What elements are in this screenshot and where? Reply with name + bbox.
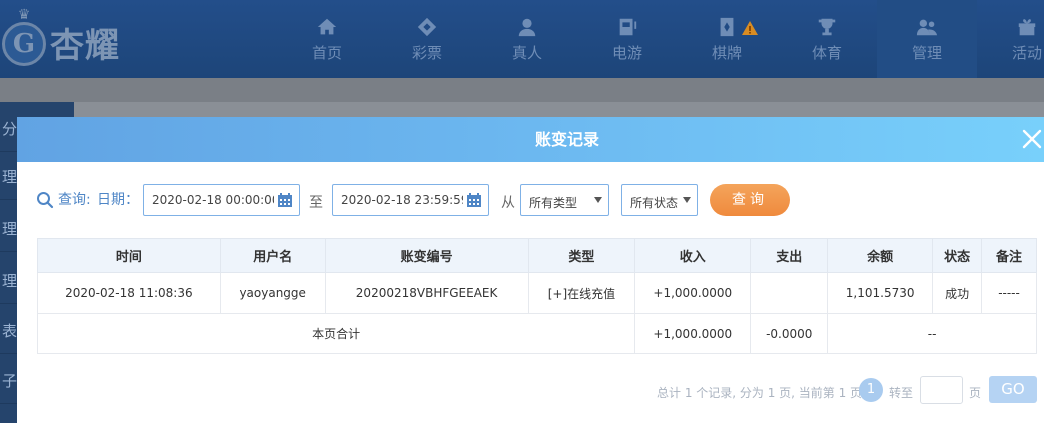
trophy-icon bbox=[816, 16, 838, 38]
nav-label: 彩票 bbox=[411, 44, 442, 62]
nav-label: 真人 bbox=[511, 44, 542, 62]
page-total-label: 本页合计 bbox=[36, 313, 636, 354]
page-number-current[interactable]: 1 bbox=[859, 378, 883, 402]
nav-item-cards[interactable]: 棋牌 bbox=[677, 0, 777, 78]
sidebar-item[interactable]: 表 bbox=[0, 308, 18, 354]
nav-item-slots[interactable]: 电游 bbox=[577, 0, 677, 78]
nav-label: 首页 bbox=[311, 44, 342, 62]
cell-income: +1,000.0000 bbox=[634, 272, 752, 314]
close-icon bbox=[1022, 129, 1042, 149]
crown-icon: ♛ bbox=[17, 7, 31, 23]
pagination: 总计 1 个记录, 分为 1 页, 当前第 1 页 1 转至 页 GO bbox=[17, 376, 1044, 404]
end-date-field[interactable] bbox=[332, 184, 489, 216]
home-icon bbox=[316, 16, 338, 38]
logo-crest: G bbox=[2, 22, 46, 66]
page-overlay-strip bbox=[0, 78, 1044, 102]
type-select-value: 所有类型 bbox=[529, 196, 578, 210]
jump-label: 转至 bbox=[889, 386, 914, 400]
page-overlay-main bbox=[74, 102, 1044, 118]
to-label: 至 bbox=[309, 195, 323, 211]
nav-item-lottery[interactable]: 彩票 bbox=[377, 0, 477, 78]
cell-txn-id: 20200218VBHFGEEAEK bbox=[324, 272, 529, 314]
sidebar-item[interactable]: 理 bbox=[0, 258, 18, 304]
start-date-input[interactable] bbox=[144, 185, 274, 215]
column-header-balance: 余额 bbox=[827, 238, 934, 273]
table-header-row: 时间 用户名 账变编号 类型 收入 支出 余额 状态 备注 bbox=[37, 238, 1037, 273]
nav-item-home[interactable]: 首页 bbox=[277, 0, 377, 78]
calendar-icon[interactable] bbox=[466, 192, 482, 208]
dealer-icon bbox=[516, 16, 538, 38]
type-select[interactable]: 所有类型 bbox=[520, 184, 609, 216]
query-label: 查询: bbox=[58, 192, 91, 208]
query-button[interactable]: 查询 bbox=[710, 184, 790, 216]
cell-note: ----- bbox=[981, 272, 1037, 314]
column-header-status: 状态 bbox=[932, 238, 983, 273]
top-navigation-bar: ♛ G 杏耀 首页 彩票 真人 电游 棋牌 体育 管理 活动 bbox=[0, 0, 1044, 78]
transaction-records-modal: 账变记录 查询: 日期： 至 从 所有类型 所 bbox=[17, 117, 1044, 423]
column-header-income: 收入 bbox=[634, 238, 752, 273]
nav-item-manage[interactable]: 管理 bbox=[877, 0, 977, 78]
filter-bar: 查询: 日期： 至 从 所有类型 所有状态 查询 bbox=[17, 184, 1044, 217]
sidebar-item[interactable]: 理 bbox=[0, 154, 18, 200]
sidebar-item[interactable]: 理 bbox=[0, 206, 18, 252]
cell-type: [+]在线充值 bbox=[527, 272, 636, 314]
nav-label: 活动 bbox=[1011, 44, 1042, 62]
start-date-field[interactable] bbox=[143, 184, 300, 216]
slot-machine-icon bbox=[616, 16, 638, 38]
nav-label: 管理 bbox=[911, 44, 942, 62]
column-header-expense: 支出 bbox=[750, 238, 829, 273]
logo-text: 杏耀 bbox=[50, 26, 120, 66]
modal-header: 账变记录 bbox=[17, 117, 1044, 162]
table-row: 2020-02-18 11:08:36 yaoyangge 20200218VB… bbox=[37, 272, 1037, 314]
date-label: 日期： bbox=[97, 192, 139, 208]
main-nav: 首页 彩票 真人 电游 棋牌 体育 管理 活动 bbox=[277, 0, 1044, 78]
cell-username: yaoyangge bbox=[219, 272, 326, 314]
column-header-username: 用户名 bbox=[219, 238, 326, 273]
go-button[interactable]: GO bbox=[989, 376, 1037, 403]
column-header-note: 备注 bbox=[981, 238, 1037, 273]
close-button[interactable] bbox=[1020, 127, 1044, 151]
page-unit-label: 页 bbox=[969, 386, 982, 400]
sidebar-item[interactable]: 分 bbox=[0, 106, 18, 152]
playing-card-icon bbox=[716, 16, 738, 38]
from-label: 从 bbox=[501, 195, 515, 211]
status-select-value: 所有状态 bbox=[630, 196, 679, 210]
nav-item-live-dealer[interactable]: 真人 bbox=[477, 0, 577, 78]
page-total-income: +1,000.0000 bbox=[634, 313, 752, 354]
warning-icon bbox=[741, 20, 759, 36]
nav-label: 电游 bbox=[611, 44, 642, 62]
transactions-table: 时间 用户名 账变编号 类型 收入 支出 余额 状态 备注 2020-02-18… bbox=[36, 238, 1037, 354]
nav-label: 体育 bbox=[811, 44, 842, 62]
cell-status: 成功 bbox=[932, 272, 983, 314]
chevron-down-icon bbox=[594, 197, 602, 203]
column-header-txn-id: 账变编号 bbox=[324, 238, 529, 273]
site-logo[interactable]: ♛ G 杏耀 bbox=[0, 8, 150, 72]
nav-label: 棋牌 bbox=[711, 44, 742, 62]
page-total-rest: -- bbox=[827, 313, 1037, 354]
page-jump-input[interactable] bbox=[920, 376, 963, 404]
page-total-expense: -0.0000 bbox=[750, 313, 829, 354]
search-icon bbox=[36, 191, 54, 209]
modal-title: 账变记录 bbox=[534, 130, 599, 149]
calendar-icon[interactable] bbox=[277, 192, 293, 208]
end-date-input[interactable] bbox=[333, 185, 463, 215]
users-icon bbox=[916, 16, 938, 38]
status-select[interactable]: 所有状态 bbox=[621, 184, 698, 216]
column-header-time: 时间 bbox=[37, 238, 221, 273]
page-total-row: 本页合计 +1,000.0000 -0.0000 -- bbox=[36, 313, 1037, 354]
column-header-type: 类型 bbox=[527, 238, 636, 273]
cell-balance: 1,101.5730 bbox=[827, 272, 934, 314]
chevron-down-icon bbox=[683, 197, 691, 203]
nav-item-events[interactable]: 活动 bbox=[977, 0, 1044, 78]
cell-time: 2020-02-18 11:08:36 bbox=[37, 272, 221, 314]
cell-expense bbox=[750, 272, 829, 314]
pagination-summary: 总计 1 个记录, 分为 1 页, 当前第 1 页 bbox=[657, 386, 863, 400]
nav-item-sports[interactable]: 体育 bbox=[777, 0, 877, 78]
gift-icon bbox=[1016, 16, 1038, 38]
lottery-ticket-icon bbox=[416, 16, 438, 38]
